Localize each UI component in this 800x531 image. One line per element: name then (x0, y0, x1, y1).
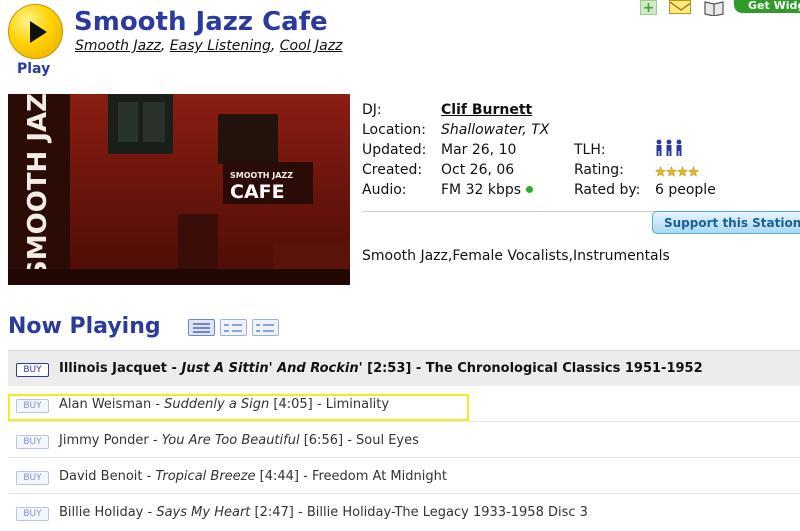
rating-stars (654, 163, 701, 182)
dj-label: DJ: (362, 102, 382, 118)
track-duration: [2:53] (367, 361, 412, 376)
track-album: The Chronological Classics 1951-1952 (425, 361, 703, 376)
track-artist[interactable]: Jimmy Ponder (59, 433, 149, 448)
track-text: Jimmy Ponder - You Are Too Beautiful [6:… (59, 433, 419, 448)
track-text: David Benoit - Tropical Breeze [4:44] - … (59, 469, 447, 484)
star-icon (676, 166, 689, 177)
buy-button[interactable]: BUY (16, 471, 49, 485)
rated-by-label: Rated by: (574, 182, 641, 198)
genre-link-cool-jazz[interactable]: Cool Jazz (280, 38, 343, 54)
station-tags: Smooth Jazz,Female Vocalists,Instrumenta… (362, 248, 670, 264)
track-duration: [6:56] (303, 433, 344, 448)
play-icon (30, 21, 47, 43)
get-widget-button[interactable]: Get Widget (734, 0, 800, 13)
view-detailed-button[interactable] (188, 319, 215, 336)
image-sign-vertical: SMOOTH JAZZ CAFE (23, 94, 53, 279)
track-artist[interactable]: Illinois Jacquet (59, 361, 167, 376)
view-compact-button[interactable] (252, 319, 279, 336)
track-duration: [4:44] (259, 469, 299, 484)
buy-button[interactable]: BUY (16, 363, 49, 377)
image-sign-small: SMOOTH JAZZ (230, 171, 293, 180)
rating-label: Rating: (574, 162, 624, 178)
row-divider (8, 421, 800, 422)
view-list-button[interactable] (220, 319, 247, 336)
row-divider (8, 493, 800, 494)
track-song: You Are Too Beautiful (161, 433, 300, 448)
audio-value: FM 32 kbps (441, 182, 522, 198)
track-song: Says My Heart (156, 505, 251, 520)
created-label: Created: (362, 162, 423, 178)
track-album: Freedom At Midnight (311, 469, 447, 484)
track-text: Billie Holiday - Says My Heart [2:47] - … (59, 505, 588, 520)
row-divider (8, 457, 800, 458)
online-status-icon (526, 186, 534, 193)
star-icon (665, 166, 678, 177)
station-image: SMOOTH JAZZ CAFE SMOOTH JAZZ CAFE (8, 94, 350, 285)
dj-name-link[interactable]: Clif Burnett (441, 102, 532, 118)
rated-by-value: 6 people (655, 182, 716, 198)
updated-value: Mar 26, 10 (441, 142, 517, 158)
location-value: Shallowater, TX (441, 122, 550, 138)
location-label: Location: (362, 122, 426, 138)
genre-link-easy-listening[interactable]: Easy Listening (170, 38, 271, 54)
track-row: BUY Jimmy Ponder - You Are Too Beautiful… (8, 423, 800, 459)
track-song: Just A Sittin' And Rockin' (181, 361, 363, 376)
audio-label: Audio: (362, 182, 407, 198)
track-artist[interactable]: Billie Holiday (59, 505, 143, 520)
track-song: Tropical Breeze (155, 469, 256, 484)
star-icon (687, 166, 700, 177)
now-playing-heading: Now Playing (8, 314, 161, 339)
buy-button[interactable]: BUY (16, 435, 49, 449)
mail-icon[interactable] (669, 0, 691, 14)
track-album: Soul Eyes (356, 433, 419, 448)
track-artist[interactable]: David Benoit (59, 469, 142, 484)
star-icon (654, 166, 667, 177)
track-row: BUY David Benoit - Tropical Breeze [4:44… (8, 459, 800, 495)
created-value: Oct 26, 06 (441, 162, 515, 178)
track-duration: [2:47] (254, 505, 294, 520)
track-row-current: BUY Illinois Jacquet - Just A Sittin' An… (8, 350, 800, 386)
play-label[interactable]: Play (17, 61, 50, 77)
book-icon[interactable] (703, 0, 725, 17)
listeners-icon (655, 139, 685, 161)
highlight-box (8, 394, 469, 421)
audio-value-wrap: FM 32 kbps (441, 182, 534, 198)
track-album: Billie Holiday-The Legacy 1933-1958 Disc… (306, 505, 588, 520)
add-favorite-icon[interactable]: + (640, 0, 657, 15)
updated-label: Updated: (362, 142, 427, 158)
genre-links: Smooth Jazz, Easy Listening, Cool Jazz (75, 38, 343, 54)
support-station-button[interactable]: Support this Station (652, 211, 800, 234)
buy-button[interactable]: BUY (16, 507, 49, 521)
genre-link-smooth-jazz[interactable]: Smooth Jazz (75, 38, 161, 54)
play-button[interactable] (8, 4, 63, 59)
image-sign-big: CAFE (230, 181, 285, 203)
station-title: Smooth Jazz Cafe (74, 7, 328, 37)
tlh-label: TLH: (574, 142, 606, 158)
track-text: Illinois Jacquet - Just A Sittin' And Ro… (59, 361, 703, 376)
